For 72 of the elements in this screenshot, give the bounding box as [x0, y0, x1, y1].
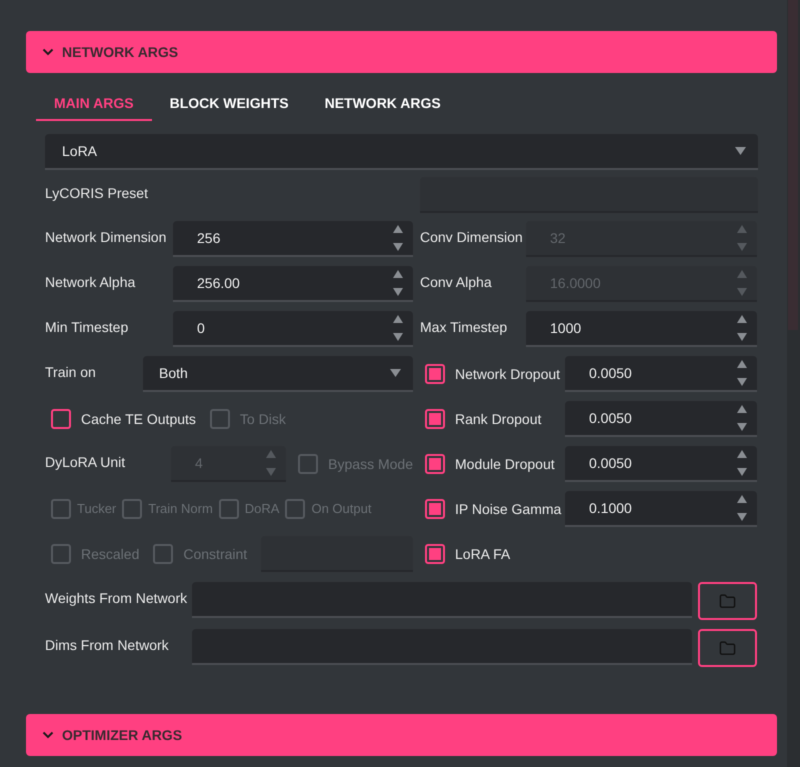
folder-icon: [719, 640, 736, 656]
checkbox-label: Bypass Mode: [328, 454, 413, 474]
tab[interactable]: NETWORK ARGS: [306, 87, 459, 121]
number-field[interactable]: 1000: [526, 311, 757, 347]
chevron-down-icon: [42, 48, 54, 56]
network-type-select[interactable]: LoRA: [45, 134, 758, 170]
spin-down-icon[interactable]: [737, 378, 747, 386]
section-header[interactable]: NETWORK ARGS: [26, 31, 777, 73]
checkbox-label: IP Noise Gamma: [455, 500, 562, 518]
field-label: Network Dimension: [45, 228, 166, 247]
dropdown-arrow-icon: [390, 369, 401, 377]
spin-up-icon[interactable]: [737, 495, 747, 503]
number-field[interactable]: 256.00: [173, 266, 413, 302]
checkbox-label: LoRA FA: [455, 544, 510, 564]
spin-down-icon[interactable]: [737, 513, 747, 521]
checkbox-label: On Output: [311, 500, 372, 518]
spin-down-icon[interactable]: [393, 243, 403, 251]
field-label: Min Timestep: [45, 318, 128, 337]
folder-icon: [719, 592, 736, 610]
tab[interactable]: BLOCK WEIGHTS: [152, 87, 307, 121]
spin-down-icon[interactable]: [393, 333, 403, 341]
train-on-select[interactable]: Both: [143, 356, 413, 392]
browse-folder-button[interactable]: [698, 582, 757, 620]
checkbox[interactable]: [51, 409, 71, 429]
dropdown-arrow-icon: [735, 147, 746, 155]
checkbox-label: Rescaled: [81, 544, 140, 564]
spin-down-icon[interactable]: [737, 468, 747, 476]
field-label: Network Alpha: [45, 273, 136, 292]
field-label: DyLoRA Unit: [45, 453, 126, 472]
field-label: Weights From Network: [45, 589, 188, 608]
spin-down-icon[interactable]: [393, 288, 403, 296]
checkbox-label: Module Dropout: [455, 454, 555, 474]
field-label: Max Timestep: [420, 318, 508, 337]
checkbox-label: Rank Dropout: [455, 410, 542, 429]
spin-down-icon[interactable]: [737, 333, 747, 341]
spin-up-icon[interactable]: [737, 405, 747, 413]
checkbox-label: Network Dropout: [455, 364, 560, 384]
spin-up-icon[interactable]: [737, 315, 747, 323]
number-field[interactable]: 256: [173, 221, 413, 257]
browse-folder-button[interactable]: [698, 629, 757, 667]
field-label: Conv Dimension: [420, 228, 523, 247]
checkbox-label: Tucker: [77, 500, 116, 518]
field-label: LyCORIS Preset: [45, 184, 148, 203]
spin-up-icon[interactable]: [393, 225, 403, 233]
checkbox[interactable]: [425, 454, 445, 474]
number-field[interactable]: 0.0050: [565, 356, 757, 392]
number-field[interactable]: 0.1000: [565, 491, 757, 527]
checkbox[interactable]: [425, 544, 445, 564]
checkbox[interactable]: [425, 409, 445, 429]
checkbox-label: Cache TE Outputs: [81, 410, 196, 429]
checkbox-label: Constraint: [183, 544, 248, 564]
field-label: Conv Alpha: [420, 273, 492, 292]
number-field[interactable]: 0.0050: [565, 446, 757, 482]
checkbox[interactable]: [425, 364, 445, 384]
checkbox-label: DoRA: [244, 500, 280, 518]
field-label: Train on: [45, 363, 96, 382]
chevron-down-icon: [42, 731, 54, 739]
spin-up-icon[interactable]: [737, 360, 747, 368]
number-field[interactable]: 0.0050: [565, 401, 757, 437]
tab[interactable]: MAIN ARGS: [36, 87, 152, 121]
checkbox[interactable]: [425, 499, 445, 519]
spin-up-icon[interactable]: [737, 450, 747, 458]
spin-down-icon[interactable]: [737, 423, 747, 431]
field-label: Dims From Network: [45, 636, 169, 655]
number-field[interactable]: 0: [173, 311, 413, 347]
checkbox-label: Train Norm: [148, 500, 213, 518]
checkbox-label: To Disk: [240, 410, 286, 428]
spin-up-icon[interactable]: [393, 315, 403, 323]
path-field[interactable]: [192, 629, 692, 665]
section-header[interactable]: OPTIMIZER ARGS: [26, 714, 777, 756]
spin-up-icon[interactable]: [393, 270, 403, 278]
path-field[interactable]: [192, 582, 692, 618]
